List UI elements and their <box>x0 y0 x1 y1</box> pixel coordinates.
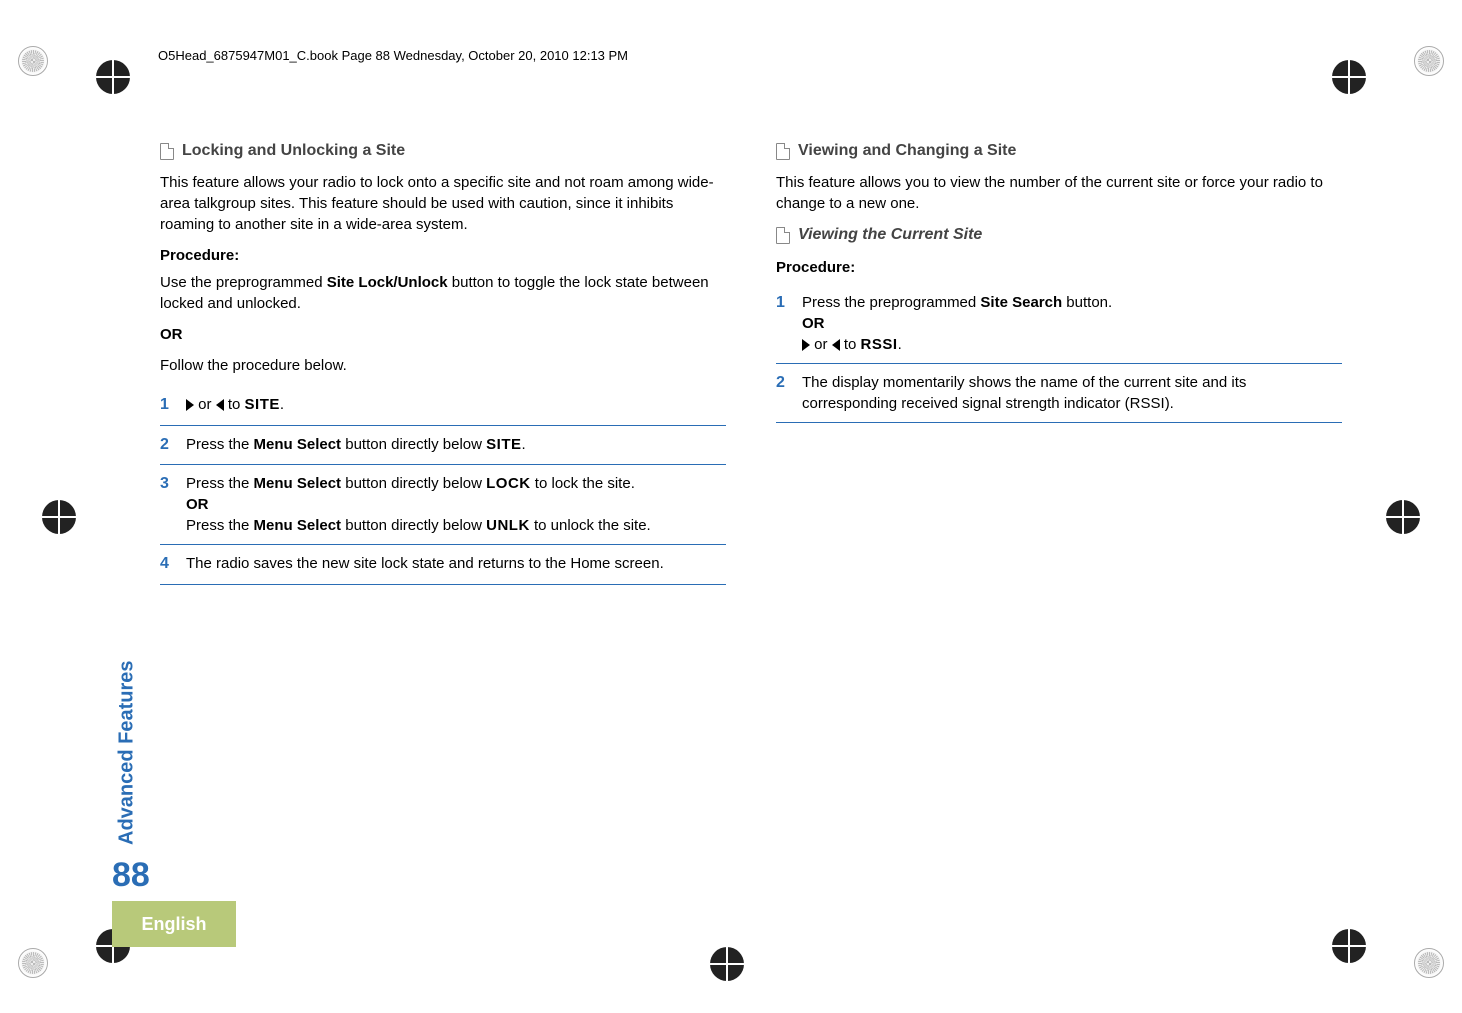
step-body: Press the preprogrammed Site Search butt… <box>802 292 1342 355</box>
step-number: 1 <box>160 394 174 416</box>
side-tab-chapter: Advanced Features <box>112 585 142 845</box>
step-2: 2 Press the Menu Select button directly … <box>160 426 726 465</box>
text-fragment: button directly below <box>341 475 486 492</box>
step-body: The display momentarily shows the name o… <box>802 372 1342 414</box>
menu-label: SITE <box>245 396 280 413</box>
page-content: Locking and Unlocking a Site This featur… <box>160 140 1342 585</box>
text-fragment: to <box>224 396 245 413</box>
left-column: Locking and Unlocking a Site This featur… <box>160 140 726 585</box>
right-arrow-icon <box>186 399 194 411</box>
menu-label: LOCK <box>486 475 531 492</box>
menu-label: RSSI <box>861 336 898 353</box>
text-fragment: Press the preprogrammed <box>802 294 980 311</box>
section-heading-viewing: Viewing and Changing a Site <box>776 140 1342 162</box>
document-icon <box>776 227 790 244</box>
document-icon <box>160 143 174 160</box>
or-label: OR <box>802 315 825 332</box>
procedure-alt: Use the preprogrammed Site Lock/Unlock b… <box>160 272 726 314</box>
text-bold: Menu Select <box>254 436 342 453</box>
text-fragment: . <box>521 436 525 453</box>
left-arrow-icon <box>832 339 840 351</box>
text-fragment: to <box>840 336 861 353</box>
step-number: 1 <box>776 292 790 355</box>
text-bold: Menu Select <box>254 475 342 492</box>
step-3: 3 Press the Menu Select button directly … <box>160 465 726 545</box>
right-arrow-icon <box>802 339 810 351</box>
step-number: 2 <box>160 434 174 456</box>
section-heading-locking: Locking and Unlocking a Site <box>160 140 726 162</box>
ornament-corner <box>1414 46 1444 76</box>
subheading-text: Viewing the Current Site <box>798 224 982 246</box>
step-1: 1 Press the preprogrammed Site Search bu… <box>776 284 1342 364</box>
text-fragment: button. <box>1062 294 1112 311</box>
text-fragment: . <box>280 396 284 413</box>
text-fragment: button directly below <box>341 517 486 534</box>
menu-label: UNLK <box>486 517 530 534</box>
registration-mark <box>1332 929 1366 963</box>
right-column: Viewing and Changing a Site This feature… <box>776 140 1342 585</box>
text-fragment: Press the <box>186 475 254 492</box>
ornament-corner <box>18 948 48 978</box>
registration-mark <box>710 947 744 981</box>
step-number: 2 <box>776 372 790 414</box>
registration-mark <box>1386 500 1420 534</box>
intro-paragraph: This feature allows you to view the numb… <box>776 172 1342 214</box>
registration-mark <box>96 60 130 94</box>
subsection-heading-viewing-current: Viewing the Current Site <box>776 224 1342 246</box>
step-body: Press the Menu Select button directly be… <box>186 434 726 456</box>
text-fragment: or <box>194 396 216 413</box>
intro-paragraph: This feature allows your radio to lock o… <box>160 172 726 235</box>
heading-text: Viewing and Changing a Site <box>798 140 1016 162</box>
procedure-label: Procedure: <box>160 245 726 266</box>
step-4: 4 The radio saves the new site lock stat… <box>160 545 726 584</box>
registration-mark <box>1332 60 1366 94</box>
left-arrow-icon <box>216 399 224 411</box>
step-body: or to SITE. <box>186 394 726 416</box>
step-2: 2 The display momentarily shows the name… <box>776 364 1342 423</box>
text-fragment: to lock the site. <box>531 475 635 492</box>
page-number: 88 <box>112 856 150 895</box>
text-fragment: Use the preprogrammed <box>160 274 327 291</box>
registration-mark <box>42 500 76 534</box>
text-fragment: Press the <box>186 436 254 453</box>
step-number: 4 <box>160 553 174 575</box>
text-bold: Site Search <box>980 294 1062 311</box>
document-icon <box>776 143 790 160</box>
text-fragment: to unlock the site. <box>530 517 651 534</box>
text-fragment: . <box>898 336 902 353</box>
step-number: 3 <box>160 473 174 536</box>
step-body: Press the Menu Select button directly be… <box>186 473 726 536</box>
heading-text: Locking and Unlocking a Site <box>182 140 405 162</box>
language-tab: English <box>112 901 236 947</box>
text-fragment: Press the <box>186 517 254 534</box>
text-fragment: button directly below <box>341 436 486 453</box>
text-bold: Menu Select <box>254 517 342 534</box>
procedure-label: Procedure: <box>776 257 1342 278</box>
or-label: OR <box>186 496 209 513</box>
running-head: O5Head_6875947M01_C.book Page 88 Wednesd… <box>158 48 628 63</box>
ornament-corner <box>1414 948 1444 978</box>
text-bold: Site Lock/Unlock <box>327 274 448 291</box>
menu-label: SITE <box>486 436 521 453</box>
or-label: OR <box>160 324 726 345</box>
step-body: The radio saves the new site lock state … <box>186 553 726 575</box>
step-1: 1 or to SITE. <box>160 386 726 425</box>
procedure-follow: Follow the procedure below. <box>160 355 726 376</box>
text-fragment: or <box>810 336 832 353</box>
ornament-corner <box>18 46 48 76</box>
